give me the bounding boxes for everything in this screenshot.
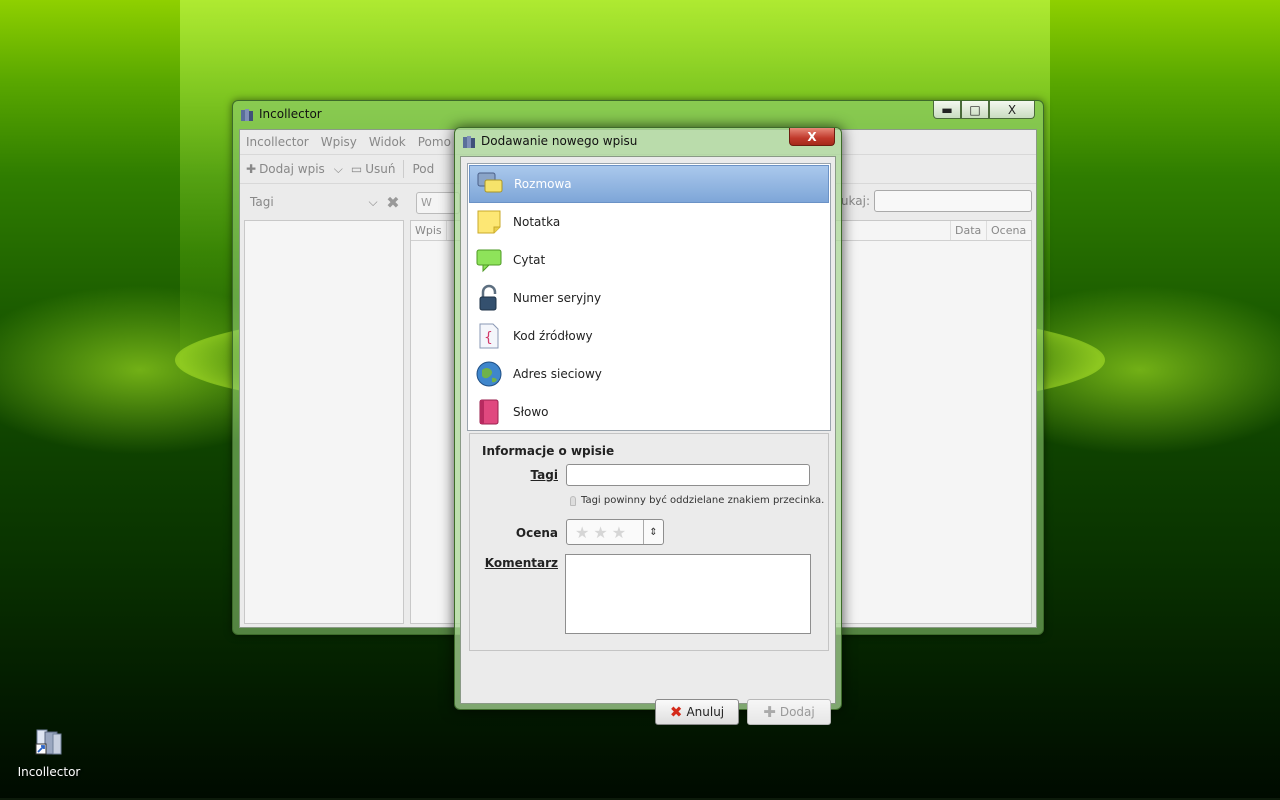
add-label: Dodaj xyxy=(779,705,815,719)
rating-star-icon[interactable]: ★ xyxy=(593,523,611,542)
desktop-icon-label: Incollector xyxy=(17,765,81,779)
entry-info-group: Informacje o wpisie Tagi Tagi powinny by… xyxy=(469,433,829,651)
menu-widok[interactable]: Widok xyxy=(369,135,406,149)
close-button[interactable]: X xyxy=(989,101,1035,119)
entry-type-kod-zrodlowy[interactable]: { Kod źródłowy xyxy=(469,317,829,355)
tags-hint-text: Tagi powinny być oddzielane znakiem prze… xyxy=(581,495,825,506)
tags-hint: Tagi powinny być oddzielane znakiem prze… xyxy=(570,495,824,506)
entry-type-adres-sieciowy[interactable]: Adres sieciowy xyxy=(469,355,829,393)
column-rating[interactable]: Ocena xyxy=(987,221,1031,240)
entry-type-numer-seryjny[interactable]: Numer seryjny xyxy=(469,279,829,317)
remove-button[interactable]: ▭ Usuń xyxy=(351,162,396,176)
desktop-app-icon xyxy=(35,729,62,755)
main-window-title: Incollector xyxy=(259,107,322,121)
entry-type-label: Notatka xyxy=(513,215,561,229)
entry-type-label: Kod źródłowy xyxy=(513,329,593,343)
entry-type-rozmowa[interactable]: Rozmowa xyxy=(469,165,829,203)
minimize-button[interactable]: ▬ xyxy=(933,101,961,119)
book-icon xyxy=(479,399,499,425)
window-controls: ▬ □ X xyxy=(933,101,1035,119)
tags-label-text: Tagi xyxy=(530,468,558,482)
comment-field-label: Komentarz xyxy=(478,556,558,570)
add-button[interactable]: ✚ Dodaj xyxy=(747,699,831,725)
comment-label-text: Komentarz xyxy=(484,556,558,570)
cancel-button[interactable]: ✖ Anuluj xyxy=(655,699,739,725)
main-titlebar[interactable]: Incollector ▬ □ X xyxy=(233,101,1043,129)
toolbar-separator xyxy=(403,160,405,178)
dialog-close-button[interactable]: X xyxy=(789,128,835,146)
lightbulb-icon xyxy=(570,495,576,506)
add-entry-dialog: Dodawanie nowego wpisu X Rozmowa Notatka xyxy=(454,127,842,725)
tags-input[interactable] xyxy=(566,464,810,486)
entry-info-title: Informacje o wpisie xyxy=(482,444,615,458)
spin-updown-icon[interactable]: ⇕ xyxy=(643,520,663,544)
cancel-label: Anuluj xyxy=(686,705,725,719)
dialog-title: Dodawanie nowego wpisu xyxy=(481,134,638,148)
tags-field-label: Tagi xyxy=(478,468,558,482)
clear-icon[interactable]: ✖ xyxy=(382,193,404,212)
dialog-client: Rozmowa Notatka Cytat Numer seryjny {Ko… xyxy=(460,156,836,725)
desktop-shortcut-incollector[interactable]: Incollector xyxy=(14,726,84,779)
remove-label: Usuń xyxy=(365,162,396,176)
add-entry-button[interactable]: ✚ Dodaj wpis ⌵ xyxy=(246,162,343,177)
chevron-down-icon[interactable]: ⌵ xyxy=(364,195,382,210)
comment-textarea[interactable] xyxy=(565,554,811,634)
source-code-icon: { xyxy=(479,323,499,349)
quote-bubble-icon xyxy=(476,249,502,273)
plus-icon: ✚ xyxy=(763,703,776,721)
entry-type-label: Cytat xyxy=(513,253,546,267)
column-entry[interactable]: Wpis xyxy=(411,221,447,240)
chat-bubbles-icon xyxy=(477,172,503,193)
rating-star-icon[interactable]: ★ xyxy=(612,523,630,542)
entry-type-cytat[interactable]: Cytat xyxy=(469,241,829,279)
entry-type-label: Rozmowa xyxy=(514,177,572,191)
tags-filter[interactable]: Tagi ⌵ ✖ xyxy=(244,188,404,216)
entry-type-list[interactable]: Rozmowa Notatka Cytat Numer seryjny {Ko… xyxy=(467,163,831,431)
entry-type-slowo[interactable]: Słowo xyxy=(469,393,829,431)
cancel-x-icon: ✖ xyxy=(669,703,683,721)
menu-wpisy[interactable]: Wpisy xyxy=(321,135,357,149)
entry-type-notatka[interactable]: Notatka xyxy=(469,203,829,241)
tags-filter-label: Tagi xyxy=(250,195,274,209)
column-date[interactable]: Data xyxy=(951,221,987,240)
entry-type-label: Numer seryjny xyxy=(513,291,602,305)
menu-pomoc[interactable]: Pomo xyxy=(418,135,451,149)
sticky-note-icon xyxy=(477,210,501,234)
search-input[interactable] xyxy=(874,190,1032,212)
svg-text:{: { xyxy=(484,330,493,346)
next-label: Pod xyxy=(412,162,435,176)
padlock-icon xyxy=(479,284,497,311)
rating-star-icon[interactable]: ★ xyxy=(575,523,593,542)
search-label: ukaj: xyxy=(840,194,870,208)
menu-incollector[interactable]: Incollector xyxy=(246,135,309,149)
app-icon xyxy=(463,136,475,148)
rating-stars[interactable]: ★★★ xyxy=(567,523,643,542)
entry-type-label: Adres sieciowy xyxy=(513,367,602,381)
next-button[interactable]: Pod xyxy=(412,162,434,176)
search-row: ukaj: xyxy=(841,190,1032,212)
rating-field-label: Ocena xyxy=(515,526,558,540)
app-icon xyxy=(241,109,253,121)
add-entry-label: Dodaj wpis xyxy=(259,162,325,176)
tags-panel[interactable] xyxy=(244,220,404,624)
entry-type-label: Słowo xyxy=(513,405,549,419)
rating-spinner[interactable]: ★★★ ⇕ xyxy=(566,519,664,545)
maximize-button[interactable]: □ xyxy=(961,101,989,119)
chevron-down-icon: ⌵ xyxy=(333,161,343,176)
minus-icon: ▭ xyxy=(350,162,363,176)
plus-icon: ✚ xyxy=(246,162,257,176)
globe-icon xyxy=(476,361,502,387)
